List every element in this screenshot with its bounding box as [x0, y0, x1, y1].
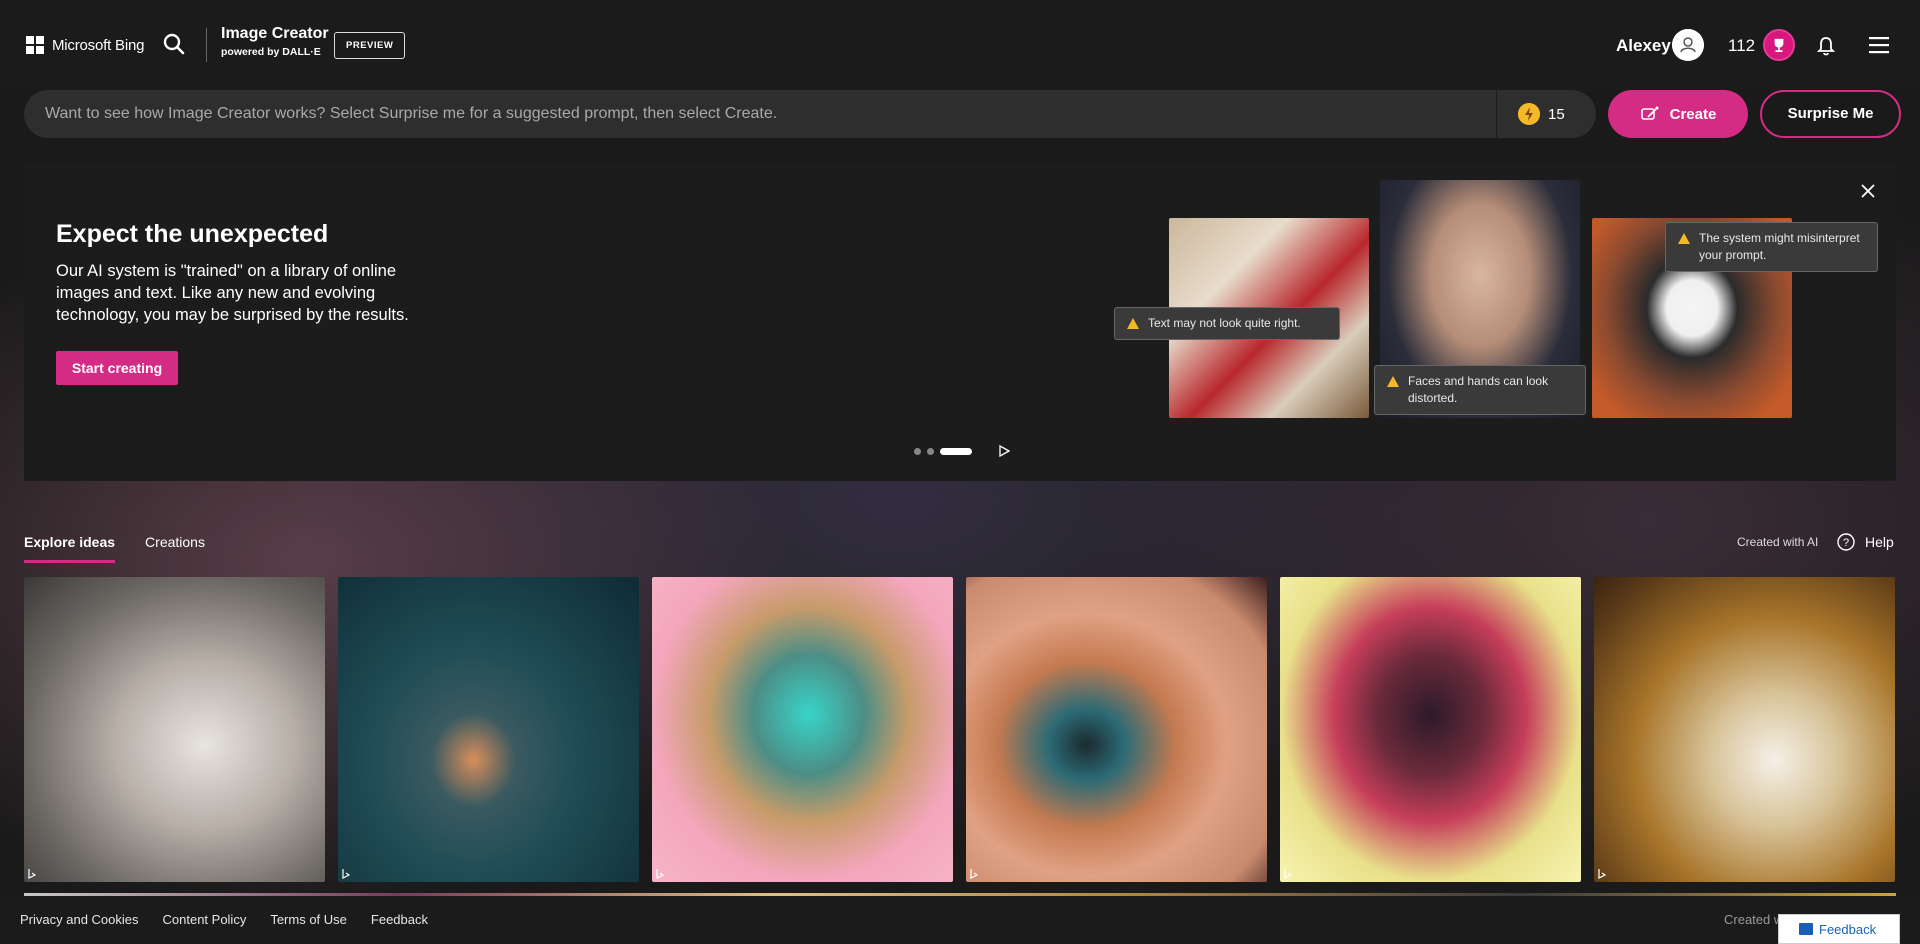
gallery-image-panda[interactable] — [1594, 577, 1895, 882]
bing-mark-icon — [970, 869, 978, 879]
warning-icon — [1678, 233, 1690, 244]
banner-body: Our AI system is "trained" on a library … — [56, 262, 409, 324]
boost-count: 15 — [1548, 106, 1565, 123]
svg-text:?: ? — [1843, 537, 1849, 549]
close-icon[interactable] — [1858, 181, 1878, 201]
onboarding-banner: Expect the unexpected Our AI system is "… — [24, 165, 1896, 481]
banner-title: Expect the unexpected — [56, 220, 329, 248]
gallery-image-ring[interactable] — [24, 577, 325, 882]
help-icon[interactable]: ? — [1837, 533, 1855, 551]
created-with-ai-label: Created with AI — [1737, 535, 1819, 549]
gallery-tabs: Explore ideas Creations — [24, 534, 205, 563]
create-brush-icon — [1640, 106, 1659, 120]
bing-mark-icon — [1598, 869, 1606, 879]
rewards-count[interactable]: 112 — [1728, 36, 1755, 56]
header-divider — [206, 28, 207, 62]
carousel-dot[interactable] — [927, 447, 934, 455]
rewards-trophy-icon[interactable] — [1763, 29, 1795, 61]
footer-link-content-policy[interactable]: Content Policy — [163, 912, 247, 927]
page-footer: Privacy and Cookies Content Policy Terms… — [0, 896, 1920, 944]
prompt-placeholder: Want to see how Image Creator works? Sel… — [45, 105, 778, 122]
tip-label: Faces and hands can look distorted. — [1408, 374, 1549, 405]
gallery-image-cabin[interactable] — [338, 577, 639, 882]
search-icon[interactable] — [160, 30, 188, 58]
bing-mark-icon — [28, 869, 36, 879]
tab-explore-ideas[interactable]: Explore ideas — [24, 534, 116, 563]
tip-label: Text may not look quite right. — [1148, 316, 1301, 330]
product-name: Image Creator — [221, 25, 329, 42]
powered-by-brand: DALL·E — [282, 46, 321, 58]
bing-mark-icon — [656, 869, 664, 879]
tip-faces-hands: Faces and hands can look distorted. — [1374, 365, 1586, 415]
prompt-divider — [1496, 90, 1497, 138]
powered-by: powered by DALL·E — [221, 46, 329, 58]
prompt-input[interactable]: Want to see how Image Creator works? Sel… — [24, 90, 1596, 138]
footer-links: Privacy and Cookies Content Policy Terms… — [20, 912, 428, 927]
brand-name: Microsoft Bing — [52, 36, 145, 54]
feedback-button[interactable]: Feedback — [1778, 914, 1900, 944]
bing-logo[interactable]: Microsoft Bing — [26, 36, 144, 54]
warning-icon — [1387, 376, 1399, 387]
footer-link-terms[interactable]: Terms of Use — [270, 912, 347, 927]
product-title[interactable]: Image Creator powered by DALL·E — [221, 25, 329, 58]
play-icon[interactable] — [998, 445, 1010, 457]
avatar-icon[interactable] — [1672, 29, 1704, 61]
carousel-dot-active[interactable] — [940, 447, 972, 455]
surprise-me-button[interactable]: Surprise Me — [1760, 90, 1901, 138]
gallery-image-computer[interactable] — [652, 577, 953, 882]
microsoft-logo-icon — [26, 36, 44, 54]
gallery-image-robot[interactable] — [1280, 577, 1581, 882]
footer-link-privacy[interactable]: Privacy and Cookies — [20, 912, 139, 927]
tip-misinterpret: The system might misinterpret your promp… — [1665, 222, 1878, 272]
tip-label: The system might misinterpret your promp… — [1699, 231, 1860, 262]
start-creating-button[interactable]: Start creating — [56, 351, 178, 385]
tab-creations[interactable]: Creations — [145, 534, 205, 563]
user-name[interactable]: Alexey — [1616, 36, 1671, 56]
boost-lightning-icon[interactable] — [1518, 103, 1540, 125]
notifications-bell-icon[interactable] — [1814, 34, 1838, 58]
powered-by-label: powered by — [221, 46, 280, 58]
help-link[interactable]: Help — [1865, 534, 1894, 550]
bing-mark-icon — [342, 869, 350, 879]
carousel-dot[interactable] — [914, 447, 921, 455]
create-button[interactable]: Create — [1608, 90, 1748, 138]
gallery-image-eye[interactable] — [966, 577, 1267, 882]
top-header: Microsoft Bing Image Creator powered by … — [0, 0, 1920, 90]
bing-mark-icon — [1284, 869, 1292, 879]
warning-icon — [1127, 318, 1139, 329]
feedback-icon — [1799, 923, 1813, 935]
footer-created-with: Created w — [1724, 912, 1784, 927]
carousel-pagination — [914, 445, 1010, 457]
tip-text-distortion: Text may not look quite right. — [1114, 307, 1340, 340]
create-label: Create — [1669, 105, 1717, 123]
preview-badge: PREVIEW — [334, 32, 406, 59]
hamburger-menu-icon[interactable] — [1866, 34, 1892, 56]
feedback-label: Feedback — [1819, 921, 1877, 937]
footer-link-feedback[interactable]: Feedback — [371, 912, 428, 927]
